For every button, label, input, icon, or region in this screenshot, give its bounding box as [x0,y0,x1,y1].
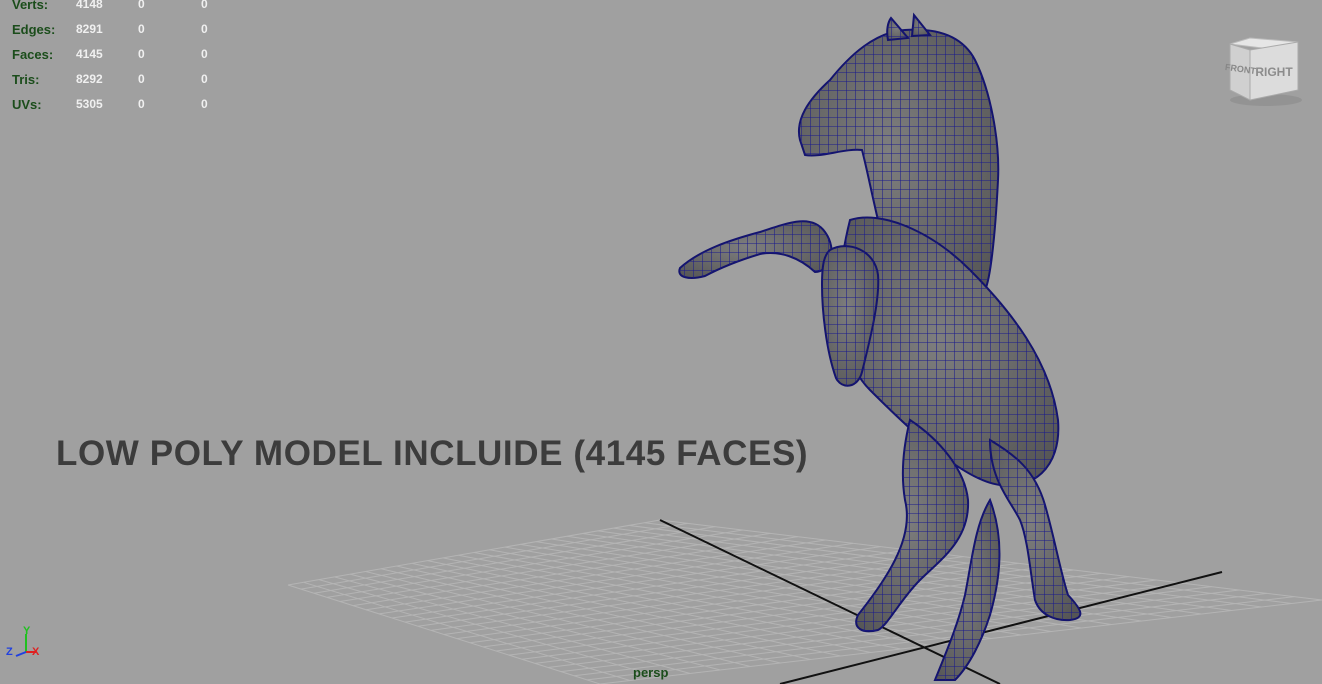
hud-value: 4148 [76,0,103,11]
scene-canvas [287,12,1322,684]
hud-value: 0 [201,47,208,61]
hud-value: 0 [138,0,145,11]
hud-label: Verts: [12,0,49,12]
hud-value: 0 [138,97,145,111]
axis-indicator: Y Z X [6,625,40,658]
hud-value: 8292 [76,72,103,86]
axis-x-label: X [32,646,40,658]
hud-label: UVs: [12,97,42,112]
hud-value: 0 [138,22,145,36]
hud-value: 4145 [76,47,103,61]
hud-value: 0 [201,22,208,36]
hud-label: Faces: [12,47,54,62]
viewcube[interactable]: FRONT RIGHT [1222,36,1306,108]
camera-label: persp [633,665,669,680]
hud-label: Edges: [12,22,56,37]
axis-z-label: Z [6,646,13,658]
hud-value: 0 [201,97,208,111]
hud-value: 5305 [76,97,103,111]
caption-text: LOW POLY MODEL INCLUIDE (4145 FACES) [56,434,809,473]
hud-label: Tris: [12,72,40,87]
hud-value: 0 [201,0,208,11]
hud-value: 0 [138,47,145,61]
viewcube-right-label: RIGHT [1255,65,1293,79]
hud-value: 0 [138,72,145,86]
axis-y-label: Y [23,625,31,637]
hud-value: 0 [201,72,208,86]
viewport-3d[interactable]: Verts: 4148 0 0 Edges: 8291 0 0 Faces: 4145 0 0 Tris… [0,0,1322,684]
ground-grid [287,519,1322,684]
hud-value: 8291 [76,22,103,36]
